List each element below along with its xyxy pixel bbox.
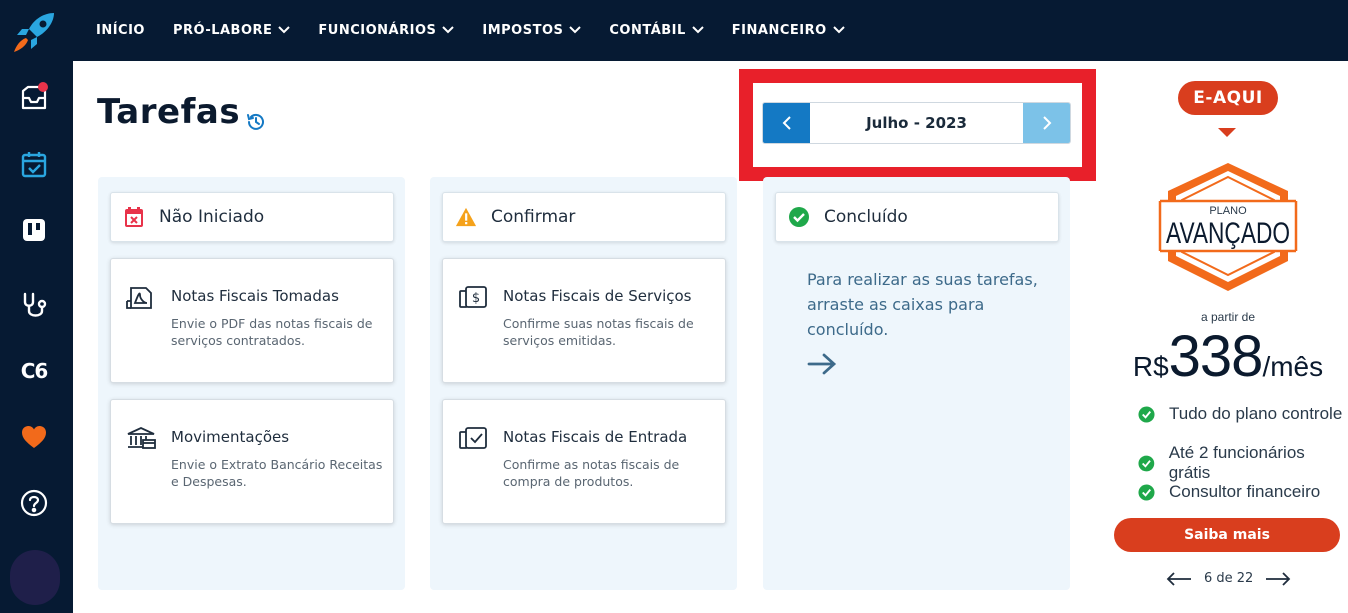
check-circle-icon [788, 206, 810, 228]
help-icon[interactable] [18, 487, 50, 519]
next-month-button[interactable] [1023, 103, 1070, 143]
calendar-x-icon [123, 206, 145, 228]
card-description: Envie o Extrato Bancário Receitas e Desp… [171, 457, 383, 489]
chevron-down-icon [278, 23, 291, 38]
saiba-mais-button[interactable]: Saiba mais [1114, 518, 1340, 552]
page-title: Tarefas [97, 92, 241, 132]
arrow-right-icon[interactable] [1265, 571, 1291, 586]
invoice-dollar-icon: $ [458, 285, 488, 311]
chevron-down-icon [832, 23, 845, 38]
nav-label: CONTÁBIL [609, 23, 686, 38]
card-title: Notas Fiscais Tomadas [171, 287, 339, 305]
notification-badge [38, 82, 48, 92]
feature-text: Consultor financeiro [1169, 482, 1321, 501]
month-picker: Julho - 2023 [762, 102, 1071, 144]
check-circle-icon [1138, 483, 1155, 501]
price: R$338/mês [1098, 323, 1348, 390]
inbox-icon[interactable] [18, 82, 50, 114]
nav-label: INÍCIO [96, 23, 145, 38]
avatar[interactable] [10, 550, 60, 605]
previous-month-button[interactable] [763, 103, 810, 143]
promo-banner: E-AQUI PLANO AVANÇADO a partir de R$338/… [1098, 61, 1348, 613]
nav-item-impostos[interactable]: IMPOSTOS [482, 23, 582, 38]
feature-text: Tudo do plano controle [1169, 404, 1343, 423]
svg-text:$: $ [472, 291, 480, 306]
column-title: Concluído [824, 207, 908, 227]
stethoscope-icon[interactable] [18, 289, 50, 321]
plan-name: AVANÇADO [1166, 217, 1290, 250]
card-description: Confirme suas notas fiscais de serviços … [503, 316, 694, 348]
price-value: 338 [1168, 324, 1264, 389]
heart-icon[interactable] [18, 421, 50, 453]
arrow-left-icon[interactable] [1166, 571, 1192, 586]
task-card[interactable]: $ Notas Fiscais de Serviços Confirme sua… [442, 258, 726, 383]
card-title: Notas Fiscais de Serviços [503, 287, 692, 305]
from-label: a partir de [1200, 310, 1256, 324]
feature-item: Tudo do plano controle [1138, 404, 1342, 424]
nav-item-financeiro[interactable]: FINANCEIRO [732, 23, 845, 38]
kanban-icon[interactable] [18, 214, 50, 246]
calendar-check-icon[interactable] [18, 148, 50, 180]
chevron-down-icon [442, 23, 455, 38]
chevron-left-icon [782, 116, 791, 130]
feature-item: Consultor financeiro [1138, 482, 1320, 502]
promo-tag: E-AQUI [1178, 81, 1278, 115]
nav-label: IMPOSTOS [482, 23, 564, 38]
chevron-down-icon [569, 23, 582, 38]
card-description: Confirme as notas fiscais de compra de p… [503, 457, 680, 489]
month-label: Julho - 2023 [866, 114, 967, 132]
chevron-down-icon [692, 23, 704, 38]
column-concluido[interactable]: Concluído Para realizar as suas tarefas,… [763, 177, 1070, 590]
arrow-right-icon [807, 352, 837, 380]
promo-pager: 6 de 22 [1166, 571, 1291, 586]
main-nav: INÍCIO PRÓ-LABORE FUNCIONÁRIOS IMPOSTOS … [96, 0, 873, 61]
task-card[interactable]: Notas Fiscais Tomadas Envie o PDF das no… [110, 258, 394, 383]
column-header: Não Iniciado [110, 192, 394, 242]
feature-text: Até 2 funcionários grátis [1168, 443, 1305, 482]
plan-small-label: PLANO [1209, 205, 1247, 217]
nav-item-funcionarios[interactable]: FUNCIONÁRIOS [318, 23, 455, 38]
nav-label: PRÓ-LABORE [172, 23, 273, 38]
bank-icon [126, 426, 156, 452]
top-navigation-bar: INÍCIO PRÓ-LABORE FUNCIONÁRIOS IMPOSTOS … [73, 0, 1348, 61]
pdf-document-icon [126, 285, 156, 311]
history-icon[interactable] [246, 112, 266, 136]
rocket-logo-icon[interactable] [10, 10, 58, 54]
chevron-right-icon [1042, 116, 1051, 130]
column-confirmar: Confirmar $ Notas Fiscais de Serviços Co… [430, 177, 737, 590]
warning-icon [455, 206, 477, 228]
c6-label: C6 [20, 359, 49, 383]
column-header: Concluído [775, 192, 1059, 242]
invoice-check-icon [458, 426, 488, 452]
pager-text: 6 de 22 [1204, 571, 1254, 586]
sidebar: C6 [0, 0, 73, 613]
card-description: Envie o PDF das notas fiscais de serviço… [171, 316, 373, 348]
check-circle-icon [1138, 455, 1155, 471]
feature-item: Até 2 funcionários grátis [1138, 443, 1348, 483]
check-circle-icon [1138, 405, 1155, 423]
nav-label: FUNCIONÁRIOS [318, 23, 437, 38]
c6-bank-icon[interactable]: C6 [18, 355, 50, 387]
card-title: Notas Fiscais de Entrada [503, 428, 688, 446]
drop-instruction: Para realizar as suas tarefas, arraste a… [807, 270, 1038, 339]
column-header: Confirmar [442, 192, 726, 242]
nav-label: FINANCEIRO [731, 23, 827, 38]
column-nao-iniciado: Não Iniciado Notas Fiscais Tomadas Envie… [98, 177, 405, 590]
task-card[interactable]: Notas Fiscais de Entrada Confirme as not… [442, 399, 726, 524]
nav-item-contabil[interactable]: CONTÁBIL [609, 23, 704, 38]
nav-item-pro-labore[interactable]: PRÓ-LABORE [172, 23, 291, 38]
price-period: /mês [1262, 351, 1324, 382]
plan-badge: PLANO AVANÇADO [1156, 161, 1300, 297]
price-currency: R$ [1132, 351, 1169, 382]
column-title: Não Iniciado [159, 207, 265, 227]
card-title: Movimentações [171, 428, 290, 446]
column-title: Confirmar [491, 207, 576, 227]
nav-item-inicio[interactable]: INÍCIO [96, 23, 145, 38]
task-card[interactable]: Movimentações Envie o Extrato Bancário R… [110, 399, 394, 524]
caret-down-icon [1218, 128, 1236, 137]
